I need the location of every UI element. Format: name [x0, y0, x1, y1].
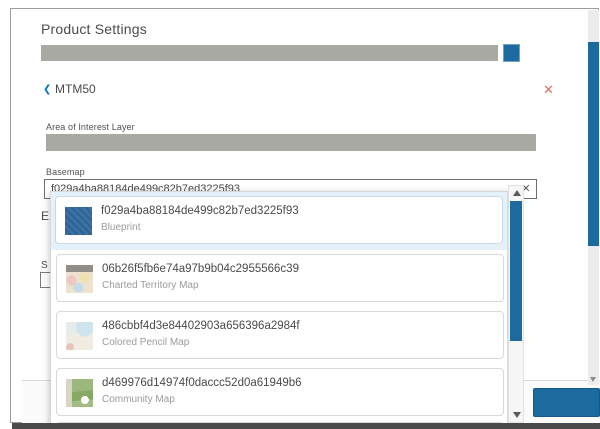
product-settings-screen: Product Settings ❮ MTM50 ✕ Area of Inter… — [0, 0, 600, 429]
hidden-field-label-fragment: E — [41, 209, 49, 223]
basemap-thumbnail — [66, 322, 93, 350]
basemap-option[interactable]: 486cbbf4d3e84402903a656396a2984f Colored… — [56, 311, 504, 359]
page-scrollbar[interactable] — [588, 10, 599, 385]
basemap-option-id: f029a4ba88184de499c82b7ed3225f93 — [101, 205, 299, 217]
basemap-option-name: Blueprint — [101, 222, 140, 233]
area-of-interest-field[interactable] — [46, 134, 536, 151]
basemap-option[interactable]: 06b26f5fb6e74a97b9b04c2955566c39 Charted… — [56, 254, 504, 302]
area-of-interest-label: Area of Interest Layer — [46, 122, 135, 132]
color-swatch[interactable] — [504, 45, 519, 61]
close-icon[interactable]: ✕ — [543, 82, 554, 98]
basemap-dropdown: f029a4ba88184de499c82b7ed3225f93 Bluepri… — [50, 191, 508, 429]
scroll-down-icon[interactable] — [513, 412, 521, 418]
basemap-option-id: 06b26f5fb6e74a97b9b04c2955566c39 — [102, 263, 299, 275]
page-scroll-down-icon[interactable] — [590, 377, 596, 382]
basemap-option-name: Community Map — [102, 394, 175, 405]
basemap-option-id: 486cbbf4d3e84402903a656396a2984f — [102, 320, 300, 332]
back-chevron-icon: ❮ — [43, 84, 51, 95]
basemap-thumbnail — [65, 207, 92, 235]
basemap-thumbnail — [66, 379, 93, 407]
basemap-option-name: Colored Pencil Map — [102, 337, 189, 348]
dropdown-scrollbar[interactable] — [508, 185, 524, 423]
basemap-option[interactable]: d469976d14974f0daccc52d0a61949b6 Communi… — [56, 368, 504, 416]
scroll-up-icon[interactable] — [513, 190, 521, 196]
primary-action-button[interactable] — [533, 388, 600, 417]
basemap-thumbnail — [66, 265, 93, 293]
page-title: Product Settings — [41, 21, 147, 37]
hidden-field-label-fragment: S — [41, 260, 48, 271]
redacted-product-field[interactable] — [41, 45, 498, 61]
basemap-option-name: Charted Territory Map — [102, 280, 199, 291]
basemap-label: Basemap — [46, 167, 85, 177]
dropdown-scrollbar-thumb[interactable] — [510, 201, 522, 341]
window-bottom-edge — [12, 423, 600, 429]
basemap-option-id: d469976d14974f0daccc52d0a61949b6 — [102, 377, 302, 389]
back-label: MTM50 — [55, 82, 96, 96]
page-scrollbar-thumb[interactable] — [588, 42, 599, 246]
basemap-option[interactable]: f029a4ba88184de499c82b7ed3225f93 Bluepri… — [55, 196, 503, 244]
